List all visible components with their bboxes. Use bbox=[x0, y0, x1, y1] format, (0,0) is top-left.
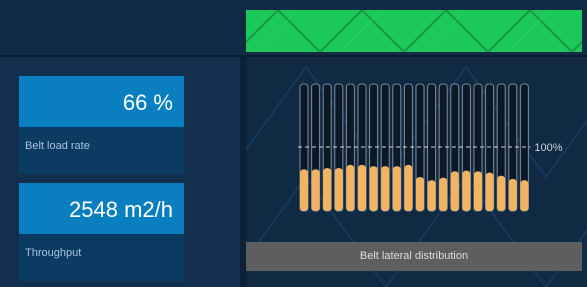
distribution-bar bbox=[311, 169, 320, 211]
distribution-bar bbox=[346, 164, 355, 211]
distribution-bar bbox=[358, 164, 366, 211]
distribution-bar bbox=[381, 166, 390, 211]
distribution-bar bbox=[334, 168, 343, 211]
throughput-card: 2548 m2/h Throughput bbox=[19, 183, 184, 281]
belt-load-card: 66 % Belt load rate bbox=[19, 76, 184, 174]
distribution-bar bbox=[462, 170, 471, 211]
throughput-label: Throughput bbox=[25, 247, 82, 259]
lateral-distribution-chart: 100% bbox=[298, 83, 563, 212]
distribution-bar bbox=[508, 179, 517, 211]
throughput-value: 2548 m2/h bbox=[19, 183, 184, 234]
distribution-bar bbox=[416, 177, 424, 211]
distribution-bar bbox=[300, 169, 308, 211]
distribution-caption: Belt lateral distribution bbox=[246, 242, 582, 271]
distribution-bar bbox=[369, 166, 378, 211]
distribution-bar bbox=[474, 171, 482, 211]
distribution-bar bbox=[485, 172, 494, 211]
distribution-bar bbox=[439, 177, 448, 211]
distribution-bar bbox=[427, 180, 436, 211]
distribution-bar bbox=[323, 168, 332, 211]
reference-label: 100% bbox=[534, 142, 562, 154]
distribution-bar bbox=[497, 175, 506, 211]
belt-load-label: Belt load rate bbox=[25, 140, 90, 152]
distribution-panel: 100% Belt lateral distribution bbox=[246, 57, 587, 287]
distribution-bar bbox=[450, 171, 459, 211]
distribution-bar bbox=[520, 180, 529, 211]
distribution-bar bbox=[404, 164, 413, 211]
belt-status-pattern bbox=[246, 10, 582, 52]
belt-status-indicator bbox=[246, 10, 582, 52]
distribution-bar bbox=[392, 166, 401, 211]
belt-load-value: 66 % bbox=[19, 76, 184, 127]
